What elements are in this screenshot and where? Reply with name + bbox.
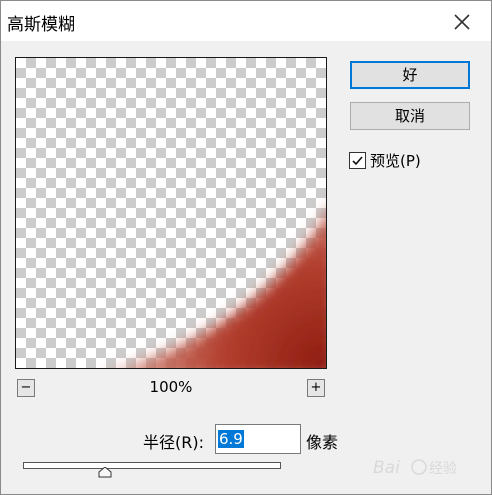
checkmark-icon	[352, 156, 363, 166]
gaussian-blur-dialog: 高斯模糊 − 100% + 好 取消 预览(P) 半径(R): 6.9 像素 B…	[0, 0, 492, 495]
zoom-in-button[interactable]: +	[307, 379, 325, 397]
svg-text:经验: 经验	[429, 461, 457, 477]
radius-slider-track[interactable]	[23, 462, 281, 469]
zoom-out-button[interactable]: −	[17, 379, 35, 397]
zoom-level: 100%	[149, 378, 193, 396]
svg-text:Bai: Bai	[373, 458, 400, 478]
preview-area[interactable]	[15, 57, 327, 369]
ok-button[interactable]: 好	[350, 61, 470, 89]
radius-value: 6.9	[218, 430, 244, 448]
cancel-button[interactable]: 取消	[350, 102, 470, 130]
radius-label: 半径(R):	[143, 433, 204, 452]
radius-unit: 像素	[306, 433, 339, 452]
radius-input[interactable]: 6.9	[215, 424, 301, 454]
preview-checkbox[interactable]: 预览(P)	[349, 150, 421, 171]
preview-label: 预览(P)	[370, 152, 421, 170]
radius-slider-thumb[interactable]	[98, 467, 112, 478]
close-icon[interactable]	[449, 9, 475, 35]
preview-image	[123, 215, 326, 368]
checkbox-box[interactable]	[349, 152, 366, 169]
dialog-title: 高斯模糊	[7, 15, 75, 35]
baidu-watermark: Bai 经验	[373, 458, 457, 478]
title-bar: 高斯模糊	[1, 1, 491, 41]
